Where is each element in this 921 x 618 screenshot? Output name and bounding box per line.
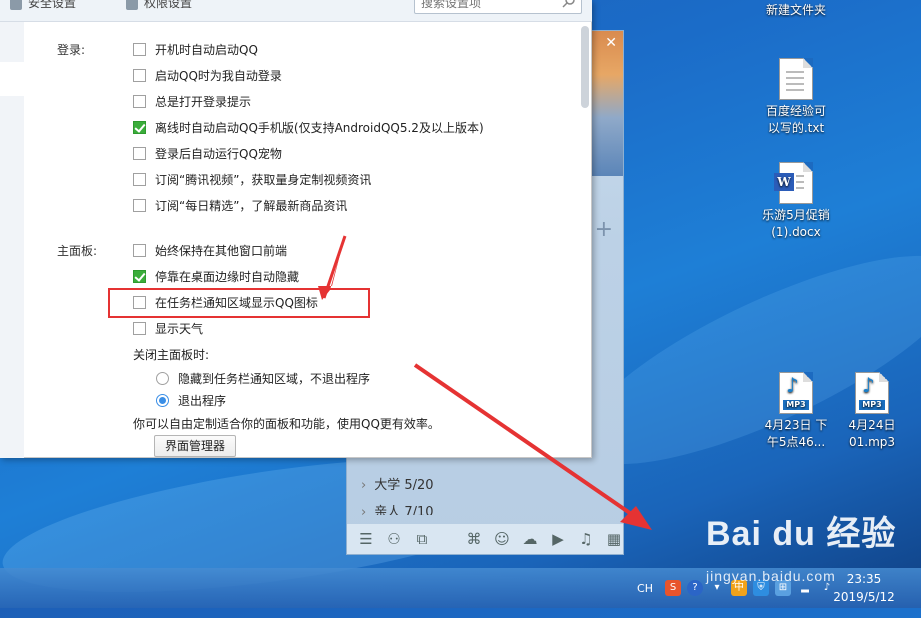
sogou-icon[interactable]: S [665,580,681,596]
baidu-watermark-url: jingyan.baidu.com [706,568,836,584]
help-icon[interactable]: ? [687,580,703,596]
clock[interactable]: 23:35 2019/5/12 [829,570,899,606]
clock-date: 2019/5/12 [833,590,895,604]
language-indicator[interactable]: CH [637,582,653,595]
baidu-watermark: Bai du 经验 [706,515,897,553]
clock-time: 23:35 [846,572,882,586]
